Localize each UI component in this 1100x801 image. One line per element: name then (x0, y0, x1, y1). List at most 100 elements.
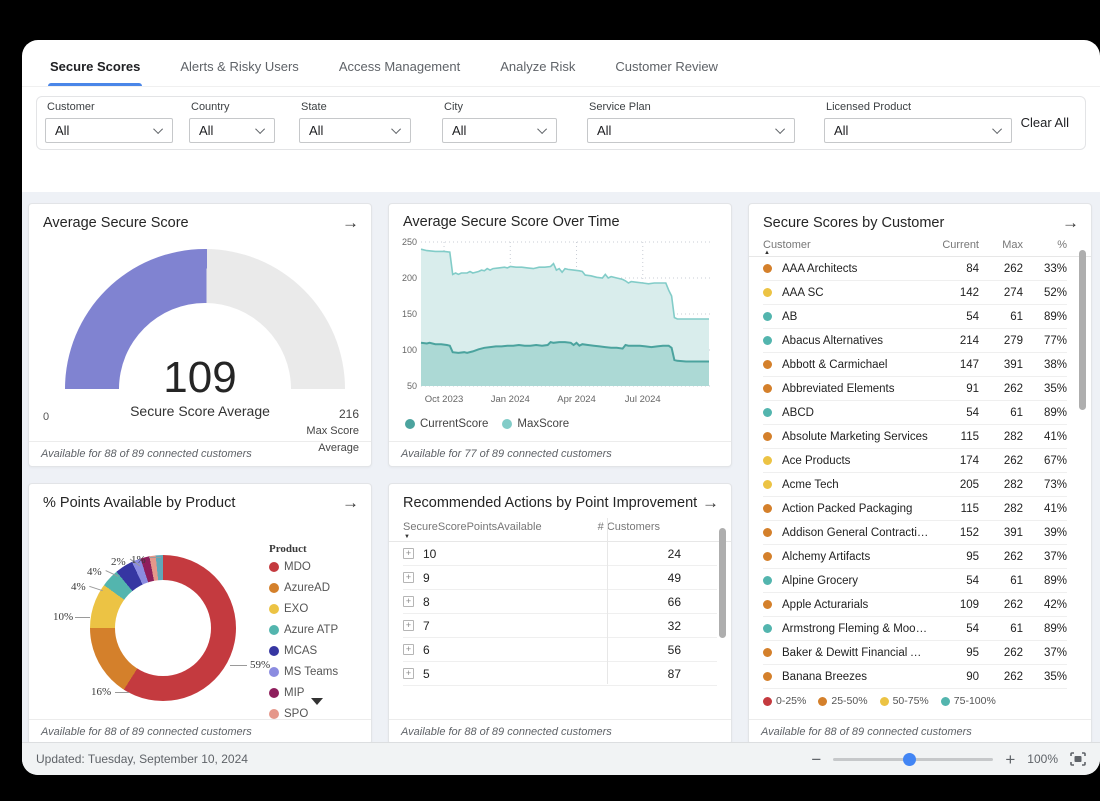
table-row[interactable]: + 7 32 (403, 614, 717, 638)
legend-dot (269, 667, 279, 677)
donut-ring[interactable] (90, 555, 236, 701)
filter-label: Customer (45, 101, 173, 113)
table-row[interactable]: + 5 87 (403, 662, 717, 686)
column-max[interactable]: Max (979, 239, 1023, 251)
table-row[interactable]: Baker & Dewitt Financial Advisors 95 262… (763, 641, 1067, 665)
column-points-available[interactable]: SecureScorePointsAvailable (403, 521, 598, 533)
max-score: 262 (979, 671, 1023, 683)
customer-count: 24 (598, 547, 717, 561)
table-row[interactable]: Banana Breezes 90 262 35% (763, 665, 1067, 689)
chevron-down-icon (153, 124, 163, 134)
legend-item[interactable]: MaxScore (502, 418, 569, 430)
customer-name: Armstrong Fleming & Moore, Inc. (782, 623, 929, 635)
table-row[interactable]: Abbott & Carmichael 147 391 38% (763, 353, 1067, 377)
table-row[interactable]: Alpine Grocery 54 61 89% (763, 569, 1067, 593)
expand-icon[interactable]: + (403, 620, 414, 631)
column-current[interactable]: Current (929, 239, 979, 251)
legend-item[interactable]: MS Teams (269, 666, 355, 678)
legend-item[interactable]: EXO (269, 603, 355, 615)
expand-icon[interactable]: + (403, 548, 414, 559)
legend-item[interactable]: SPO (269, 708, 355, 720)
zoom-slider-knob[interactable] (903, 753, 916, 766)
tab-alerts-risky-users[interactable]: Alerts & Risky Users (178, 49, 300, 86)
customer-name: AAA Architects (782, 263, 929, 275)
gauge-chart: 109 Secure Score Average 0 216 Max Score… (29, 235, 371, 431)
table-row[interactable]: Acme Tech 205 282 73% (763, 473, 1067, 497)
drill-through-arrow-icon[interactable]: → (342, 214, 359, 231)
vertical-scrollbar[interactable] (719, 528, 726, 638)
expand-icon[interactable]: + (403, 596, 414, 607)
customer-name: AAA SC (782, 287, 929, 299)
drill-through-arrow-icon[interactable]: → (1062, 214, 1079, 231)
filter-dropdown[interactable]: All (45, 118, 173, 143)
table-row[interactable]: + 10 24 (403, 542, 717, 566)
table-row[interactable]: + 8 66 (403, 590, 717, 614)
legend-item[interactable]: Azure ATP (269, 624, 355, 636)
line-chart[interactable]: 25020015010050Oct 2023Jan 2024Apr 2024Ju… (395, 236, 717, 412)
customer-count: 49 (598, 571, 717, 585)
expand-icon[interactable]: + (403, 668, 414, 679)
filter-dropdown[interactable]: All (824, 118, 1012, 143)
table-row[interactable]: Abbreviated Elements 91 262 35% (763, 377, 1067, 401)
vertical-scrollbar[interactable] (1079, 250, 1086, 410)
table-row[interactable]: AAA SC 142 274 52% (763, 281, 1067, 305)
fit-to-screen-icon[interactable] (1070, 752, 1086, 766)
table-row[interactable]: Ace Products 174 262 67% (763, 449, 1067, 473)
table-row[interactable]: AAA Architects 84 262 33% (763, 257, 1067, 281)
current-score: 91 (929, 383, 979, 395)
zoom-out-button[interactable]: − (811, 751, 821, 768)
legend-label: EXO (284, 603, 308, 615)
zoom-slider[interactable] (833, 758, 993, 761)
gauge-max-label: Max Score Average (306, 423, 359, 456)
points-value: 10 (423, 547, 436, 561)
donut-label: 16% (91, 686, 111, 698)
column-customer[interactable]: Customer (763, 239, 929, 251)
legend-scroll-down-icon[interactable] (311, 698, 323, 705)
column-pct[interactable]: % (1023, 239, 1067, 251)
table-header[interactable]: SecureScorePointsAvailable # Customers (389, 515, 731, 542)
table-row[interactable]: AB 54 61 89% (763, 305, 1067, 329)
filter-group: Country All (189, 101, 275, 143)
filter-dropdown[interactable]: All (442, 118, 557, 143)
customer-count: 66 (598, 595, 717, 609)
tab-customer-review[interactable]: Customer Review (613, 49, 720, 86)
table-header[interactable]: Customer Current Max % (749, 235, 1091, 257)
filter-dropdown[interactable]: All (587, 118, 795, 143)
table-row[interactable]: Action Packed Packaging 115 282 41% (763, 497, 1067, 521)
legend-item[interactable]: MCAS (269, 645, 355, 657)
max-score: 282 (979, 479, 1023, 491)
zoom-percent: 100% (1027, 752, 1058, 766)
table-row[interactable]: Armstrong Fleming & Moore, Inc. 54 61 89… (763, 617, 1067, 641)
card-score-over-time: Average Secure Score Over Time 250200150… (388, 203, 732, 467)
tab-analyze-risk[interactable]: Analyze Risk (498, 49, 577, 86)
expand-icon[interactable]: + (403, 644, 414, 655)
table-row[interactable]: + 9 49 (403, 566, 717, 590)
legend-item[interactable]: MDO (269, 561, 355, 573)
expand-icon[interactable]: + (403, 572, 414, 583)
zoom-in-button[interactable]: + (1005, 751, 1015, 768)
legend-dot (880, 697, 889, 706)
table-row[interactable]: + 6 56 (403, 638, 717, 662)
table-row[interactable]: Abacus Alternatives 214 279 77% (763, 329, 1067, 353)
svg-text:200: 200 (402, 273, 417, 283)
drill-through-arrow-icon[interactable]: → (342, 494, 359, 511)
tab-secure-scores[interactable]: Secure Scores (48, 49, 142, 86)
svg-text:Apr 2024: Apr 2024 (557, 394, 596, 405)
tab-access-management[interactable]: Access Management (337, 49, 462, 86)
legend-item[interactable]: CurrentScore (405, 418, 488, 430)
table-row[interactable]: ABCD 54 61 89% (763, 401, 1067, 425)
pct-score: 77% (1023, 335, 1067, 347)
status-bar: Updated: Tuesday, September 10, 2024 − +… (22, 742, 1100, 775)
table-row[interactable]: Apple Acturarials 109 262 42% (763, 593, 1067, 617)
filter-dropdown[interactable]: All (299, 118, 411, 143)
filter-dropdown[interactable]: All (189, 118, 275, 143)
table-row[interactable]: Addison General Contracting Co. 152 391 … (763, 521, 1067, 545)
legend-item[interactable]: AzureAD (269, 582, 355, 594)
max-score: 61 (979, 407, 1023, 419)
gauge-max: 216 (339, 407, 359, 421)
current-score: 95 (929, 647, 979, 659)
drill-through-arrow-icon[interactable]: → (702, 494, 719, 511)
table-row[interactable]: Alchemy Artifacts 95 262 37% (763, 545, 1067, 569)
table-row[interactable]: Absolute Marketing Services 115 282 41% (763, 425, 1067, 449)
clear-all-button[interactable]: Clear All (1021, 115, 1069, 130)
